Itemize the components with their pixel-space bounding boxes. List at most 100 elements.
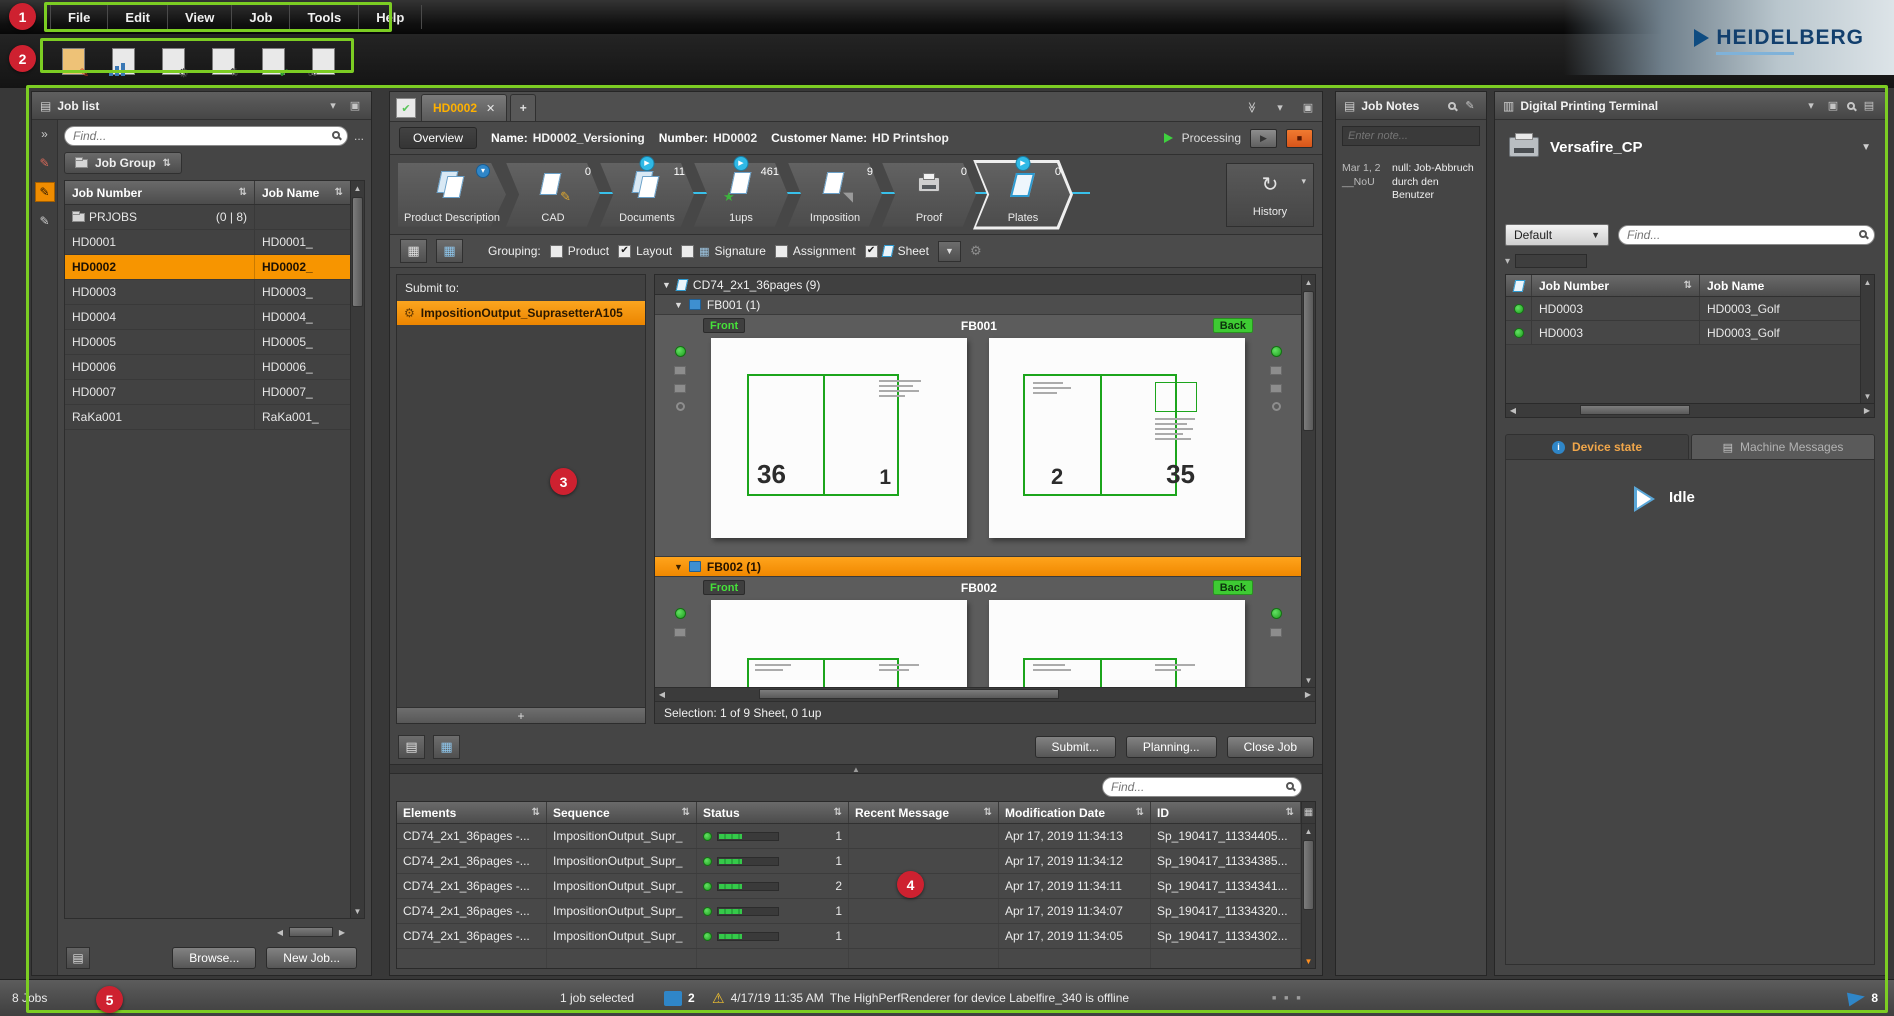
collapse-all-icon[interactable]: ≫ [1246, 100, 1259, 116]
dock-icon[interactable]: ▣ [1825, 99, 1841, 112]
column-config-icon[interactable]: ▦ [1302, 802, 1315, 824]
info-icon[interactable]: ▾ [476, 164, 490, 178]
checkbox-sheet[interactable]: ✔ [865, 245, 878, 258]
job-transfer-icon[interactable]: ⇅ [204, 41, 242, 81]
fb002-section-header-selected[interactable]: ▼ FB002 (1) [655, 557, 1301, 577]
scroll-down-icon[interactable]: ▼ [351, 904, 365, 918]
col-status[interactable]: Status⇅ [697, 802, 849, 823]
vertical-scrollbar[interactable]: ▦ ▲ ▼ [1301, 802, 1315, 968]
list-view-icon[interactable]: ▤ [398, 735, 425, 759]
dpt-find-input[interactable] [1618, 225, 1875, 245]
collapse-triangle-icon[interactable]: ▼ [674, 562, 683, 572]
scroll-thumb[interactable] [352, 197, 363, 307]
table-row-selected[interactable]: HD0002HD0002_ [65, 255, 350, 280]
alert-message-area[interactable]: ⚠ 4/17/19 11:35 AM The HighPerfRenderer … [712, 980, 1129, 1016]
table-row[interactable]: HD0003HD0003_ [65, 280, 350, 305]
checkbox-product[interactable] [550, 245, 563, 258]
search-icon[interactable] [1847, 102, 1855, 110]
queue-indicator[interactable]: 2 [664, 980, 695, 1016]
menu-edit[interactable]: Edit [108, 5, 168, 29]
job-find-input[interactable] [64, 126, 348, 146]
scroll-thumb[interactable] [1580, 405, 1690, 415]
planning-button[interactable]: Planning... [1126, 736, 1217, 758]
vertical-scrollbar[interactable]: ▲ ▼ [1301, 275, 1315, 687]
table-row[interactable]: HD0007HD0007_ [65, 380, 350, 405]
collapse-triangle-icon[interactable]: ▼ [674, 300, 683, 310]
table-row[interactable]: CD74_2x1_36pages -... ImpositionOutput_S… [397, 874, 1301, 899]
col-elements[interactable]: Elements⇅ [397, 802, 547, 823]
new-job-icon[interactable]: ✎ [54, 41, 92, 81]
menu-tools[interactable]: Tools [290, 5, 359, 29]
expand-strip-icon[interactable]: » [35, 124, 55, 144]
table-row[interactable]: CD74_2x1_36pages -... ImpositionOutput_S… [397, 899, 1301, 924]
scroll-up-icon[interactable]: ▲ [351, 181, 365, 195]
dock-icon[interactable]: ▣ [1300, 101, 1316, 114]
new-job-button[interactable]: New Job... [266, 947, 357, 969]
filter-pen-icon[interactable]: ✎ [35, 153, 55, 173]
grouping-sheet[interactable]: ✔Sheet [865, 244, 929, 258]
grouping-product[interactable]: Product [550, 244, 609, 258]
window-icon[interactable]: ▤ [1861, 99, 1877, 112]
scroll-right-icon[interactable]: ▶ [1301, 688, 1315, 702]
scroll-right-icon[interactable]: ▶ [1860, 404, 1874, 418]
sheet-preview-back[interactable]: 2 35 [989, 338, 1245, 538]
menu-view[interactable]: View [168, 5, 232, 29]
filter-pen2-icon[interactable]: ✎ [35, 211, 55, 231]
col-sequence[interactable]: Sequence⇅ [547, 802, 697, 823]
grouping-dropdown-icon[interactable]: ▼ [938, 241, 961, 262]
sort-icon[interactable]: ⇅ [532, 807, 540, 818]
sort-icon[interactable]: ⇅ [1136, 807, 1144, 818]
active-filter-icon[interactable]: ✎ [35, 182, 55, 202]
grouping-signature[interactable]: ▦Signature [681, 244, 766, 258]
view-mode-table-icon[interactable]: ▦ [400, 239, 427, 263]
tree-expand-icon[interactable]: ▾ [1505, 256, 1510, 267]
sort-icon[interactable]: ⇅ [1684, 280, 1692, 291]
table-row[interactable]: HD0001HD0001_ [65, 230, 350, 255]
overview-button[interactable]: Overview [399, 127, 477, 149]
process-find-input[interactable] [1102, 777, 1302, 797]
step-1ups[interactable]: ▶ ★ 461 1ups [694, 158, 788, 232]
sheet-preview-back[interactable] [989, 600, 1245, 687]
scroll-right-icon[interactable]: ▶ [335, 925, 349, 939]
pin-icon[interactable]: ▾ [325, 99, 341, 112]
sort-icon[interactable]: ⇅ [1286, 807, 1294, 818]
checkbox-signature[interactable] [681, 245, 694, 258]
table-row[interactable]: CD74_2x1_36pages -... ImpositionOutput_S… [397, 824, 1301, 849]
fb001-section-header[interactable]: ▼ FB001 (1) [655, 295, 1301, 315]
checkbox-layout[interactable]: ✔ [618, 245, 631, 258]
step-documents[interactable]: ▶ 11 Documents [600, 158, 694, 232]
note-entry[interactable]: Mar 1, 2 __NoU null: Job-Abbruch durch d… [1336, 152, 1486, 203]
scroll-down-icon[interactable]: ▼ [1861, 389, 1875, 403]
sort-icon[interactable]: ⇅ [335, 187, 343, 198]
scroll-left-icon[interactable]: ◀ [273, 925, 287, 939]
grid-view-icon[interactable]: ▦ [433, 735, 460, 759]
step-imposition[interactable]: ◥ 9 Imposition [788, 158, 882, 232]
view-mode-sheet-icon[interactable]: ▦ [436, 239, 463, 263]
step-product-description[interactable]: ▾ Product Description [398, 158, 506, 232]
scroll-up-icon[interactable]: ▲ [1302, 824, 1316, 838]
table-row[interactable]: CD74_2x1_36pages -... ImpositionOutput_S… [397, 924, 1301, 949]
col-id[interactable]: ID⇅ [1151, 802, 1301, 823]
table-row[interactable]: HD0004HD0004_ [65, 305, 350, 330]
checkbox-assignment[interactable] [775, 245, 788, 258]
scroll-thumb[interactable] [289, 927, 333, 937]
scroll-thumb[interactable] [1303, 840, 1314, 910]
submit-target-item[interactable]: ⚙ ImpositionOutput_SuprasetterA105 [397, 301, 645, 325]
table-row[interactable]: HD0005HD0005_ [65, 330, 350, 355]
scroll-up-icon[interactable]: ▲ [1302, 275, 1316, 289]
step-history[interactable]: ↻ ▾ History [1226, 163, 1314, 227]
horizontal-scrollbar[interactable]: ◀ ▶ [1505, 404, 1875, 418]
tab-device-state[interactable]: i Device state [1505, 434, 1689, 459]
table-row[interactable]: HD0006HD0006_ [65, 355, 350, 380]
job-data-icon[interactable]: 00 [304, 41, 342, 81]
table-row[interactable]: PRJOBS(0 | 8) [65, 205, 350, 230]
grouping-layout[interactable]: ✔Layout [618, 244, 672, 258]
scroll-up-icon[interactable]: ▲ [1861, 275, 1875, 289]
col-job-name[interactable]: Job Name [1700, 275, 1860, 296]
send-indicator[interactable]: 8 [1848, 980, 1878, 1016]
device-dropdown-icon[interactable]: ▼ [1861, 142, 1871, 153]
close-tab-icon[interactable]: ✕ [486, 102, 495, 115]
note-input[interactable] [1342, 126, 1480, 146]
chevron-down-icon[interactable]: ▾ [1301, 176, 1306, 187]
table-row[interactable]: CD74_2x1_36pages -... ImpositionOutput_S… [397, 849, 1301, 874]
